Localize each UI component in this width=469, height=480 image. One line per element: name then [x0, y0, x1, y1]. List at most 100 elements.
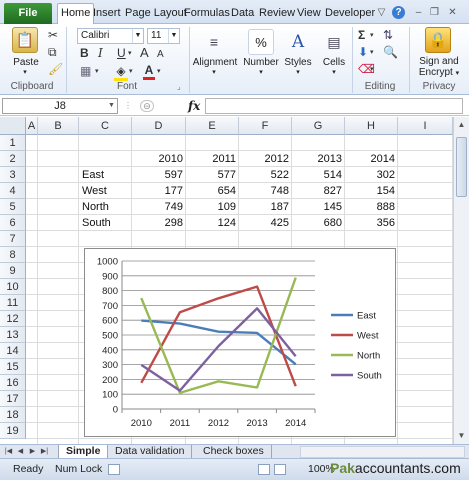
- bold-button[interactable]: B: [80, 46, 89, 60]
- paste-icon[interactable]: 📋: [12, 27, 38, 53]
- cell-value[interactable]: 514: [292, 167, 345, 183]
- insert-function-button[interactable]: fx: [188, 99, 200, 113]
- cell-value[interactable]: 425: [239, 215, 292, 231]
- cell-value[interactable]: 356: [345, 215, 398, 231]
- sheet-tab-simple[interactable]: Simple: [58, 445, 109, 459]
- vertical-scrollbar[interactable]: ▲ ▼: [453, 117, 469, 444]
- page-layout-view-icon[interactable]: [274, 464, 286, 475]
- shrink-font-button[interactable]: A: [157, 48, 164, 62]
- help-icon[interactable]: ?: [392, 6, 405, 19]
- row-header-13[interactable]: 13: [0, 327, 26, 343]
- cell-value[interactable]: 888: [345, 199, 398, 215]
- chevron-down-icon[interactable]: ▾: [209, 68, 219, 76]
- cell-value[interactable]: 749: [132, 199, 186, 215]
- cells-icon[interactable]: ▤: [321, 29, 347, 55]
- function-wizard-icon[interactable]: ⊝: [140, 100, 154, 112]
- row-header-5[interactable]: 5: [0, 199, 26, 215]
- font-size-combo[interactable]: 11 ▼: [147, 28, 180, 44]
- autosum-dropdown-icon[interactable]: ▾: [370, 29, 374, 43]
- borders-dropdown-icon[interactable]: ▾: [95, 65, 99, 79]
- tab-formulas[interactable]: Formulas: [184, 5, 230, 24]
- next-sheet-icon[interactable]: ▶: [27, 446, 38, 458]
- macro-record-icon[interactable]: [108, 464, 120, 475]
- cell-year-header[interactable]: 2012: [239, 151, 292, 167]
- window-minimize-icon[interactable]: –: [412, 6, 425, 19]
- row-header-1[interactable]: 1: [0, 135, 26, 151]
- cell-region-label[interactable]: East: [79, 167, 132, 183]
- cell-value[interactable]: 302: [345, 167, 398, 183]
- sign-encrypt-label-1[interactable]: Sign and: [410, 56, 468, 67]
- scroll-up-icon[interactable]: ▲: [454, 117, 469, 133]
- scroll-thumb[interactable]: [456, 137, 467, 197]
- normal-view-icon[interactable]: [258, 464, 270, 475]
- sheet-tab-data-validation[interactable]: Data validation: [108, 445, 193, 459]
- tab-home[interactable]: Home: [57, 3, 95, 25]
- row-header-6[interactable]: 6: [0, 215, 26, 231]
- cell-value[interactable]: 577: [186, 167, 239, 183]
- window-restore-icon[interactable]: ❐: [428, 6, 441, 19]
- clear-dropdown-icon[interactable]: ▾: [370, 63, 374, 77]
- cell-value[interactable]: 177: [132, 183, 186, 199]
- sign-encrypt-label-2[interactable]: Encrypt ▾: [410, 67, 468, 78]
- cell-year-header[interactable]: 2013: [292, 151, 345, 167]
- cell-value[interactable]: 298: [132, 215, 186, 231]
- row-header-10[interactable]: 10: [0, 279, 26, 295]
- row-header-18[interactable]: 18: [0, 407, 26, 423]
- sheet-tab-check-boxes[interactable]: Check boxes: [196, 445, 272, 459]
- cell-region-label[interactable]: South: [79, 215, 132, 231]
- scroll-down-icon[interactable]: ▼: [454, 428, 469, 444]
- font-color-icon[interactable]: A: [143, 63, 155, 80]
- column-header-b[interactable]: B: [38, 117, 79, 135]
- formula-input[interactable]: [205, 98, 463, 114]
- name-box[interactable]: J8 ▼: [2, 98, 118, 114]
- minimize-ribbon-icon[interactable]: ▽: [375, 6, 388, 19]
- prev-sheet-icon[interactable]: ◀: [15, 446, 26, 458]
- underline-button[interactable]: U: [117, 46, 126, 60]
- cell-year-header[interactable]: 2011: [186, 151, 239, 167]
- font-name-combo[interactable]: Calibri ▼: [77, 28, 144, 44]
- cells-button[interactable]: Cells: [318, 57, 350, 68]
- cell-value[interactable]: 654: [186, 183, 239, 199]
- row-header-8[interactable]: 8: [0, 247, 26, 263]
- cell-region-label[interactable]: North: [79, 199, 132, 215]
- row-header-2[interactable]: 2: [0, 151, 26, 167]
- row-header-19[interactable]: 19: [0, 423, 26, 439]
- chevron-down-icon[interactable]: ▼: [168, 29, 179, 43]
- format-painter-icon[interactable]: 🖌: [48, 62, 63, 76]
- chevron-down-icon[interactable]: ▼: [106, 99, 117, 113]
- font-dialog-launcher-icon[interactable]: ⌟: [177, 80, 181, 94]
- tab-review[interactable]: Review: [259, 5, 295, 24]
- cell-value[interactable]: 597: [132, 167, 186, 183]
- row-header-16[interactable]: 16: [0, 375, 26, 391]
- line-chart[interactable]: 0 100 200 300 400 500 600 700 800 900 1000 2010 2011…: [84, 248, 396, 437]
- tab-insert[interactable]: Insert: [93, 5, 121, 24]
- row-header-12[interactable]: 12: [0, 311, 26, 327]
- chevron-down-icon[interactable]: ▼: [132, 29, 143, 43]
- grow-font-button[interactable]: A: [140, 46, 149, 60]
- column-header-c[interactable]: C: [79, 117, 132, 135]
- cell-value[interactable]: 680: [292, 215, 345, 231]
- paste-label[interactable]: Paste: [6, 57, 46, 68]
- tab-view[interactable]: View: [297, 5, 321, 24]
- chevron-down-icon[interactable]: ▾: [329, 68, 339, 76]
- row-header-9[interactable]: 9: [0, 263, 26, 279]
- window-close-icon[interactable]: ✕: [446, 6, 459, 19]
- underline-dropdown-icon[interactable]: ▾: [128, 47, 132, 61]
- paste-dropdown-icon[interactable]: ▾: [20, 68, 30, 76]
- fill-dropdown-icon[interactable]: ▾: [370, 46, 374, 60]
- last-sheet-icon[interactable]: ▶|: [39, 446, 50, 458]
- column-header-h[interactable]: H: [345, 117, 398, 135]
- lock-icon[interactable]: 🔒: [425, 27, 451, 53]
- row-header-4[interactable]: 4: [0, 183, 26, 199]
- italic-button[interactable]: I: [98, 46, 103, 60]
- copy-icon[interactable]: ⧉: [48, 45, 57, 59]
- row-header-11[interactable]: 11: [0, 295, 26, 311]
- borders-icon[interactable]: ▦: [80, 64, 91, 78]
- column-header-e[interactable]: E: [186, 117, 239, 135]
- fill-icon[interactable]: ⬇: [358, 45, 368, 59]
- column-header-i[interactable]: I: [398, 117, 453, 135]
- row-header-3[interactable]: 3: [0, 167, 26, 183]
- splitter-icon[interactable]: ⋮: [124, 101, 132, 111]
- tab-data[interactable]: Data: [231, 5, 254, 24]
- number-format-icon[interactable]: %: [248, 29, 274, 55]
